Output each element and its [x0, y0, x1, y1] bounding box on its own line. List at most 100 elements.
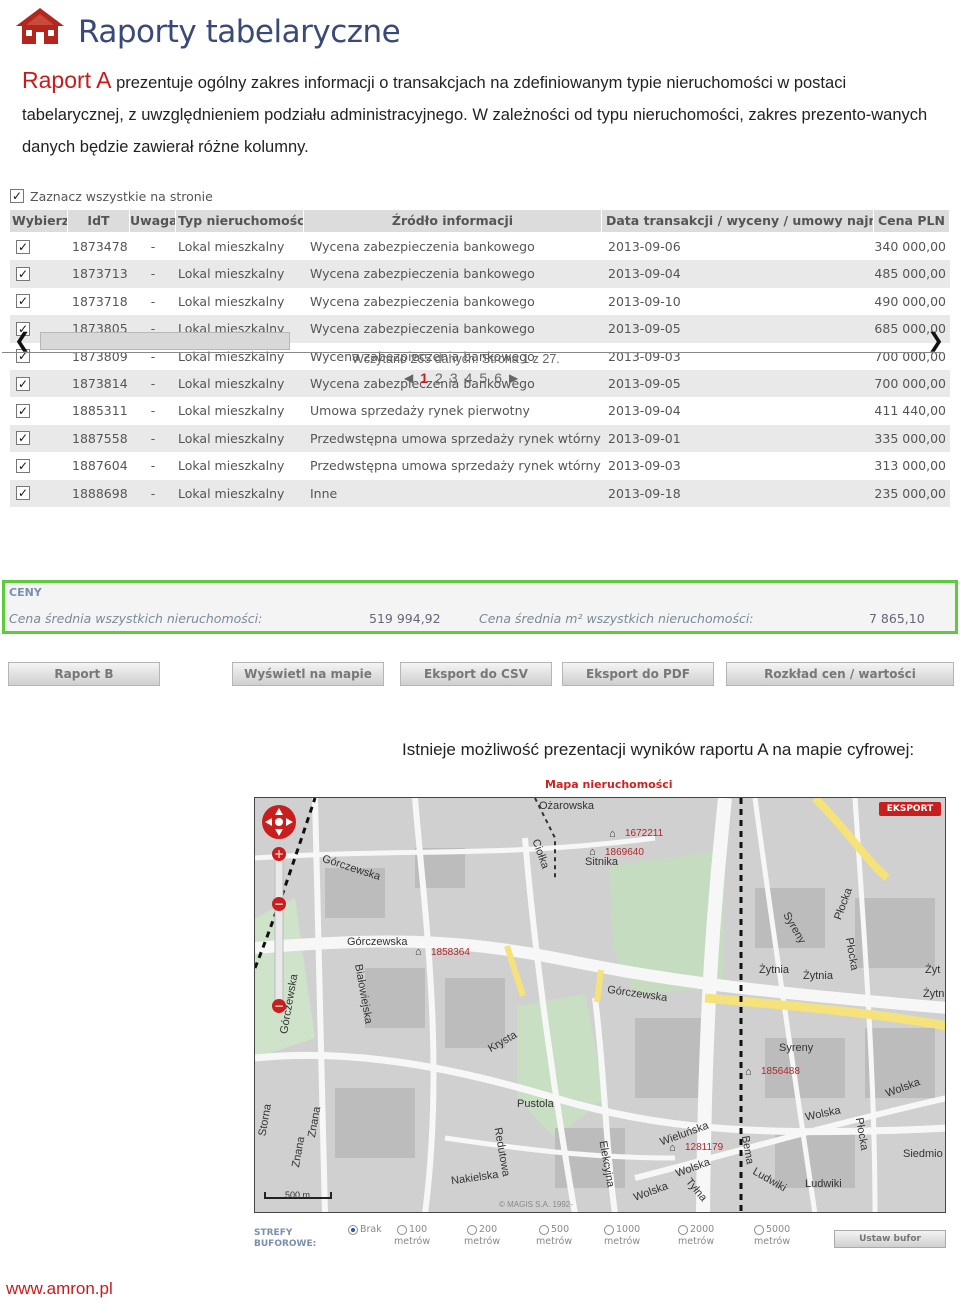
prices-panel: CENY Cena średnia wszystkich nieruchomoś… [2, 580, 958, 634]
next-page-icon[interactable]: ▶ [509, 371, 518, 385]
buffer-option-100[interactable]: 100 metrów [394, 1224, 430, 1248]
page-link-3[interactable]: 3 [450, 370, 458, 386]
map-view[interactable]: + − − EKSPORT ⌂ 1672211 ⌂ 1869640 ⌂ 1858… [254, 797, 946, 1213]
export-map-button[interactable]: EKSPORT [879, 802, 941, 816]
row-checkbox[interactable]: ✓ [10, 288, 68, 315]
cell-type: Lokal mieszkalny [178, 485, 285, 501]
cell-source: Wycena zabezpieczenia bankowego [310, 293, 535, 309]
row-checkbox[interactable]: ✓ [10, 480, 68, 507]
buffer-option-1000[interactable]: 1000 metrów [604, 1224, 640, 1248]
column-header-id[interactable]: IdT [68, 210, 130, 232]
checkbox-checked-icon[interactable]: ✓ [16, 458, 30, 473]
report-b-button[interactable]: Raport B [8, 662, 160, 686]
row-checkbox[interactable]: ✓ [10, 452, 68, 479]
cell-price: 490 000,00 [874, 293, 946, 309]
radio-icon[interactable] [466, 1224, 477, 1235]
pan-control-icon[interactable] [261, 804, 297, 840]
prev-page-icon[interactable]: ◀ [404, 371, 413, 385]
buffer-option-2000[interactable]: 2000 metrów [678, 1224, 714, 1248]
chevron-left-icon[interactable]: ❮ [14, 330, 36, 352]
column-header-source[interactable]: Źródło informacji [304, 210, 602, 232]
column-header-note[interactable]: Uwaga [130, 210, 176, 232]
buffer-option-value: 100 [408, 1224, 428, 1235]
marker-house-icon[interactable]: ⌂ [609, 828, 616, 840]
radio-icon[interactable] [396, 1224, 407, 1235]
checkbox-checked-icon[interactable]: ✓ [16, 267, 30, 282]
checkbox-checked-icon[interactable]: ✓ [16, 404, 30, 419]
avg-price-value: 519 994,92 [369, 611, 441, 626]
export-csv-button[interactable]: Eksport do CSV [400, 662, 552, 686]
footer-link[interactable]: www.amron.pl [6, 1279, 113, 1299]
column-header-select[interactable]: Wybierz [10, 210, 68, 232]
table-row[interactable]: ✓ 1873478 - Lokal mieszkalny Wycena zabezpie… [10, 233, 950, 261]
marker-label-3[interactable]: 1858364 [431, 947, 470, 958]
checkbox-checked-icon[interactable]: ✓ [16, 239, 30, 254]
buffer-option-value: Brak [360, 1224, 382, 1235]
row-checkbox[interactable]: ✓ [10, 233, 68, 260]
buffer-option-value: 1000 [616, 1224, 641, 1235]
cell-date: 2013-09-06 [608, 239, 681, 254]
column-header-price[interactable]: Cena PLN [874, 210, 950, 232]
horizontal-scrollbar[interactable]: ❮ ❯ [14, 330, 944, 352]
page-link-2[interactable]: 2 [435, 370, 443, 386]
select-all[interactable]: ✓ Zaznacz wszystkie na stronie [10, 186, 213, 206]
column-header-date[interactable]: Data transakcji / wyceny / umowy najmu [602, 210, 874, 232]
chevron-right-icon[interactable]: ❯ [922, 330, 944, 352]
buffer-option-value: 500 [550, 1224, 570, 1235]
cell-type: Lokal mieszkalny [178, 293, 285, 309]
select-all-checkbox[interactable]: ✓ [10, 189, 24, 203]
marker-label-5[interactable]: 1281179 [685, 1142, 723, 1153]
buffer-option-5000[interactable]: 5000 metrów [754, 1224, 790, 1248]
table-row[interactable]: ✓ 1888698 - Lokal mieszkalny Inne 2013-09-18 2… [10, 479, 950, 507]
buffer-option-value: 200 [478, 1224, 498, 1235]
cell-date: 2013-09-01 [608, 430, 681, 446]
marker-house-icon[interactable]: ⌂ [415, 946, 422, 958]
marker-label-4[interactable]: 1856488 [761, 1066, 800, 1077]
table-row[interactable]: ✓ 1887558 - Lokal mieszkalny Przedwstępna um… [10, 424, 950, 453]
radio-icon[interactable] [538, 1224, 549, 1235]
table-row[interactable]: ✓ 1887604 - Lokal mieszkalny Przedwstępna um… [10, 452, 950, 480]
table-row[interactable]: ✓ 1885311 - Lokal mieszkalny Umowa sprzedaży… [10, 397, 950, 425]
radio-icon[interactable] [604, 1224, 614, 1235]
page-link-1[interactable]: 1 [420, 370, 428, 386]
row-checkbox[interactable]: ✓ [10, 425, 68, 452]
buffer-option-500[interactable]: 500 metrów [536, 1224, 572, 1248]
cell-source: Umowa sprzedaży rynek pierwotny [310, 403, 530, 419]
export-pdf-button[interactable]: Eksport do PDF [562, 662, 714, 686]
radio-icon[interactable] [754, 1224, 764, 1235]
checkbox-checked-icon[interactable]: ✓ [16, 431, 30, 446]
checkbox-checked-icon[interactable]: ✓ [16, 294, 30, 309]
buffer-option-Brak[interactable]: Brak [348, 1224, 382, 1236]
buffer-option-unit: metrów [754, 1236, 791, 1247]
row-checkbox[interactable]: ✓ [10, 260, 68, 287]
column-header-type[interactable]: Typ nieruchomości [176, 210, 304, 232]
show-on-map-button[interactable]: Wyświetl na mapie [232, 662, 384, 686]
table-row[interactable]: ✓ 1873713 - Lokal mieszkalny Wycena zabezpie… [10, 260, 950, 288]
header: Raporty tabelaryczne [14, 6, 944, 54]
cell-price: 700 000,00 [874, 375, 946, 391]
set-buffer-button[interactable]: Ustaw bufor [834, 1230, 946, 1248]
cell-note: - [150, 293, 156, 309]
radio-icon[interactable] [348, 1224, 358, 1235]
buffers-title: STREFY BUFOROWE: [254, 1228, 317, 1249]
row-checkbox[interactable]: ✓ [10, 370, 68, 397]
street-label: Sitnika [585, 856, 619, 868]
table-row[interactable]: ✓ 1873718 - Lokal mieszkalny Wycena zabezpie… [10, 287, 950, 316]
row-checkbox[interactable]: ✓ [10, 397, 68, 424]
scrollbar-thumb[interactable] [40, 332, 290, 350]
page-link-5[interactable]: 5 [479, 370, 487, 386]
radio-icon[interactable] [678, 1224, 688, 1235]
marker-house-icon[interactable]: ⌂ [745, 1066, 752, 1078]
prices-title: CENY [9, 586, 42, 599]
buffer-option-200[interactable]: 200 metrów [464, 1224, 500, 1248]
price-distribution-button[interactable]: Rozkład cen / wartości [726, 662, 954, 686]
map-scale: 500 m [285, 1190, 311, 1200]
cell-note: - [150, 485, 156, 501]
buffer-option-unit: metrów [464, 1236, 501, 1247]
page-link-4[interactable]: 4 [465, 370, 473, 386]
checkbox-checked-icon[interactable]: ✓ [16, 486, 30, 501]
cell-price: 313 000,00 [874, 458, 946, 474]
checkbox-checked-icon[interactable]: ✓ [16, 376, 30, 391]
page-link-6[interactable]: 6 [494, 370, 502, 386]
marker-label-1[interactable]: 1672211 [625, 828, 663, 839]
